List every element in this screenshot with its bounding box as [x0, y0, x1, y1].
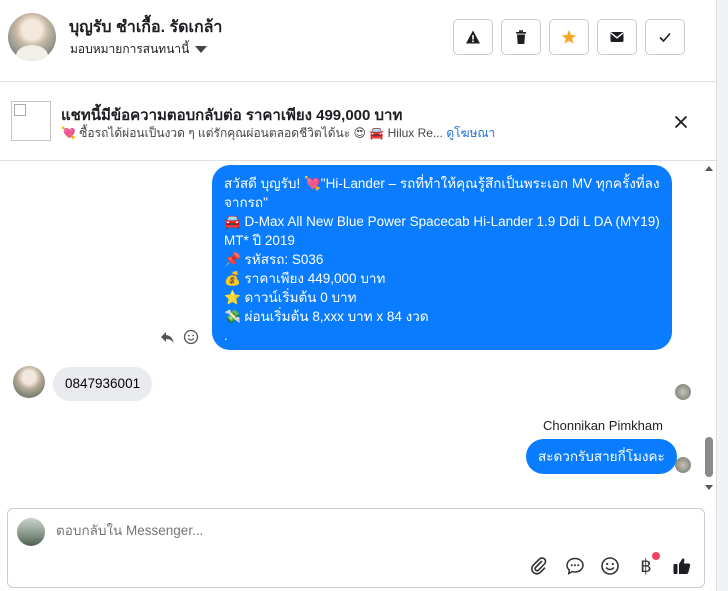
ad-thumbnail: [11, 101, 51, 141]
sender-name: Chonnikan Pimkham: [543, 418, 663, 433]
message-actions: [159, 329, 199, 345]
message-line: ⭐ ดาวน์เริ่มต้น 0 บาท: [224, 290, 357, 305]
checkmark-icon: [659, 32, 671, 43]
message-line: 📌 รหัสรถ: S036: [224, 252, 324, 267]
contact-avatar[interactable]: [8, 13, 56, 61]
report-button[interactable]: [453, 19, 493, 55]
message-line: .: [224, 328, 228, 343]
reply-input[interactable]: [56, 523, 656, 538]
mark-unread-button[interactable]: [597, 19, 637, 55]
message-line: 🚘 D-Max All New Blue Power Spacecab Hi-L…: [224, 214, 660, 248]
smiley-icon: [601, 557, 619, 575]
ad-description: 💘 ซื้อรถได้ผ่อนเป็นงวด ๆ แต่รักคุณผ่อนตล…: [61, 124, 495, 143]
assign-label: มอบหมายการสนทนานี้: [70, 42, 190, 56]
contact-message-avatar[interactable]: [13, 366, 45, 398]
incoming-message-bubble[interactable]: 0847936001: [53, 367, 153, 401]
notification-dot: [652, 552, 660, 560]
scroll-thumb[interactable]: [705, 437, 713, 477]
envelope-icon: [610, 32, 624, 42]
message-line: สวัสดี บุญรับ! 💘"Hi-Lander – รถที่ทำให้ค…: [224, 176, 660, 210]
saved-replies-button[interactable]: [564, 555, 586, 577]
caret-down-icon: [195, 46, 208, 53]
mark-done-button[interactable]: [645, 19, 685, 55]
warning-icon: [466, 30, 480, 44]
emoji-button[interactable]: [599, 555, 621, 577]
assign-conversation-dropdown[interactable]: มอบหมายการสนทนานี้: [70, 40, 208, 59]
scroll-down-arrow-icon[interactable]: [705, 485, 713, 490]
baht-icon: ฿: [640, 555, 652, 577]
message-scrollbar[interactable]: [701, 162, 716, 494]
message-line: 💰 ราคาเพียง 449,000 บาท: [224, 271, 386, 286]
emoji-react-icon[interactable]: [183, 329, 199, 345]
window-edge: [716, 0, 728, 591]
seen-receipt-avatar: [675, 384, 691, 400]
message-composer: ฿: [7, 508, 705, 588]
message-line: 💸 ผ่อนเริ่มต้น 8,xxx บาท x 84 งวด: [224, 309, 429, 324]
reply-icon[interactable]: [159, 329, 175, 345]
speech-bubble-icon: [566, 557, 584, 575]
attach-button[interactable]: [528, 555, 550, 577]
ad-context-bar: แชทนี้มีข้อความตอบกลับต่อ ราคาเพียง 499,…: [0, 83, 716, 161]
thumbs-up-icon: [673, 558, 691, 574]
like-button[interactable]: [671, 555, 693, 577]
contact-name[interactable]: บุญรับ ชำเกื้อ. รัดเกล้า: [69, 15, 222, 40]
paperclip-icon: [531, 557, 547, 575]
delete-button[interactable]: [501, 19, 541, 55]
view-ad-link[interactable]: ดูโฆษณา: [446, 126, 495, 140]
outgoing-message-bubble[interactable]: สวัสดี บุญรับ! 💘"Hi-Lander – รถที่ทำให้ค…: [212, 165, 672, 350]
page-avatar: [17, 518, 45, 546]
trash-icon: [516, 30, 526, 44]
close-icon[interactable]: [672, 113, 690, 131]
seen-receipt-avatar: [675, 457, 691, 473]
outgoing-message-bubble[interactable]: สะดวกรับสายกี่โมงคะ: [526, 439, 677, 474]
scroll-up-arrow-icon[interactable]: [705, 166, 713, 171]
ad-text: 💘 ซื้อรถได้ผ่อนเป็นงวด ๆ แต่รักคุณผ่อนตล…: [61, 126, 443, 140]
star-button[interactable]: [549, 19, 589, 55]
conversation-header: บุญรับ ชำเกื้อ. รัดเกล้า มอบหมายการสนทนา…: [0, 0, 716, 82]
star-icon: [561, 30, 577, 44]
